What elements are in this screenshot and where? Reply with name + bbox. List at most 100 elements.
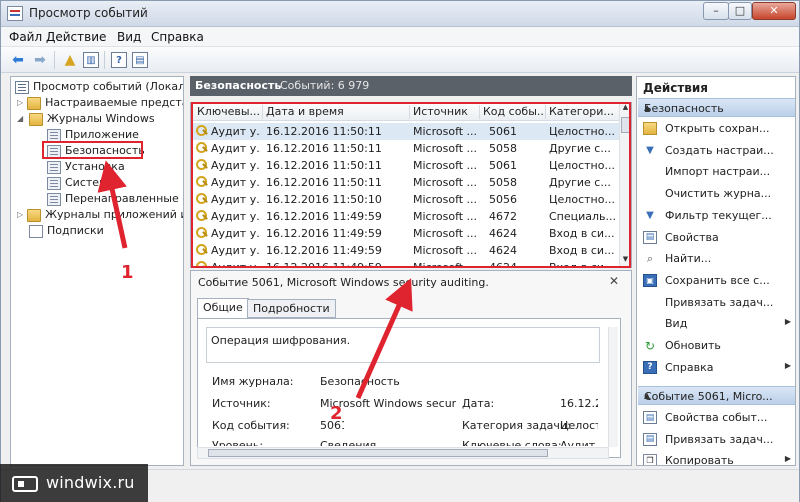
tab-general[interactable]: Общие (197, 298, 249, 319)
close-button[interactable]: ✕ (752, 2, 796, 20)
tree-item-security[interactable]: Безопасность (47, 143, 183, 159)
scrollbar-thumb[interactable] (621, 117, 630, 133)
tree-item-forwarded-events[interactable]: Перенаправленные события (47, 191, 183, 207)
menu-file[interactable]: Файл (9, 30, 42, 44)
action-item[interactable]: Привязать задач... (641, 293, 793, 313)
audit-key-icon (196, 159, 208, 171)
open-folder-icon (643, 122, 657, 135)
column-event-code[interactable]: Код собы... (483, 105, 543, 118)
menu-help[interactable]: Справка (151, 30, 204, 44)
column-datetime[interactable]: Дата и время (266, 105, 406, 118)
table-row[interactable]: Аудит у... 16.12.2016 11:50:11 Microsoft .… (191, 174, 621, 191)
action-item[interactable]: ▼ Создать настраи... (641, 141, 793, 161)
show-hide-console-tree-icon[interactable]: ▥ (83, 52, 99, 68)
action-label: Справка (665, 360, 714, 374)
scrollbar-thumb[interactable] (208, 449, 548, 457)
action-item[interactable]: Открыть сохран... (641, 119, 793, 139)
log-name: Безопасность (195, 79, 282, 92)
log-icon (47, 192, 61, 206)
up-folder-icon[interactable]: ▲ (61, 51, 79, 69)
tree-item-custom-views[interactable]: ▷ Настраиваемые представления (17, 95, 183, 111)
tab-general-body: Операция шифрования. Имя журнала: Безопа… (197, 318, 621, 458)
collapse-section-icon[interactable]: ▲ (644, 103, 789, 112)
table-row[interactable]: Аудит у... 16.12.2016 11:49:59 Microsoft .… (191, 242, 621, 259)
cell-keyword: Аудит у... (211, 142, 261, 155)
table-row[interactable]: Аудит у... 16.12.2016 11:49:59 Microsoft .… (191, 225, 621, 242)
table-row[interactable]: Аудит у... 16.12.2016 11:49:59 Microsoft .… (191, 208, 621, 225)
close-detail-icon[interactable]: ✕ (609, 274, 619, 288)
folder-icon (29, 112, 43, 126)
help-icon: ? (643, 360, 657, 374)
actions-section-event[interactable]: Событие 5061, Micro... ▲ (638, 386, 795, 405)
action-item[interactable]: Очистить журна... (641, 184, 793, 204)
cell-keyword: Аудит у... (211, 159, 261, 172)
table-row[interactable]: Аудит у... 16.12.2016 11:50:11 Microsoft .… (191, 140, 621, 157)
action-label: Вид (665, 317, 688, 331)
back-arrow-icon[interactable]: ⬅ (9, 51, 27, 69)
action-item[interactable]: ↻ Обновить (641, 336, 793, 356)
action-label: Сохранить все с... (665, 273, 770, 287)
action-item[interactable]: ▤ Привязать задач... (641, 430, 793, 450)
column-divider[interactable] (262, 105, 263, 119)
cell-keyword: Аудит у... (211, 193, 261, 206)
action-item[interactable]: Вид ▶ (641, 314, 793, 334)
tree-item-subscriptions[interactable]: Подписки (29, 223, 183, 239)
menu-action[interactable]: Действие (46, 30, 106, 44)
cell-code: 4624 (489, 227, 517, 240)
maximize-button[interactable]: □ (728, 2, 752, 20)
table-row[interactable]: Аудит у... 16.12.2016 11:49:59 Microsoft .… (191, 259, 621, 267)
scroll-up-icon[interactable]: ▲ (620, 103, 631, 115)
audit-key-icon (196, 142, 208, 154)
level-label: Уровень: (212, 439, 264, 446)
expand-icon[interactable]: ▷ (17, 207, 23, 223)
toolbar: ⬅ ➡ ▲ ▥ ? ▤ (1, 47, 799, 73)
forward-arrow-icon[interactable]: ➡ (31, 51, 49, 69)
grid-scrollbar[interactable]: ▲ ▼ (619, 103, 631, 267)
title-bar[interactable]: Просмотр событий – □ ✕ (1, 1, 799, 27)
cell-datetime: 16.12.2016 11:50:11 (266, 125, 382, 138)
properties-icon: ▤ (643, 411, 657, 424)
audit-key-icon (196, 227, 208, 239)
table-row[interactable]: Аудит у... 16.12.2016 11:50:11 Microsoft .… (191, 157, 621, 174)
tree-root[interactable]: Просмотр событий (Локальный) (15, 79, 183, 95)
column-divider[interactable] (479, 105, 480, 119)
tree-item-system[interactable]: Система (47, 175, 183, 191)
action-item[interactable]: ▤ Свойства событ... (641, 408, 793, 428)
scroll-down-icon[interactable]: ▼ (620, 255, 631, 267)
log-header: Безопасность Событий: 6 979 (190, 76, 632, 96)
tree-item-application[interactable]: Приложение (47, 127, 183, 143)
action-item[interactable]: Импорт настраи... (641, 162, 793, 182)
tab-details[interactable]: Подробности (247, 299, 336, 318)
column-category[interactable]: Категори... (549, 105, 619, 118)
tree-item-app-service-logs[interactable]: ▷ Журналы приложений и служб (17, 207, 183, 223)
column-divider[interactable] (545, 105, 546, 119)
action-item[interactable]: ▼ Фильтр текущег... (641, 206, 793, 226)
expand-icon[interactable]: ▷ (17, 95, 23, 111)
table-row[interactable]: Аудит у... 16.12.2016 11:50:11 Microsoft .… (191, 123, 621, 140)
action-item[interactable]: ⌕ Найти... (641, 249, 793, 269)
show-hide-action-pane-icon[interactable]: ▤ (132, 52, 148, 68)
help-icon[interactable]: ? (111, 52, 127, 68)
action-item[interactable]: ? Справка ▶ (641, 358, 793, 378)
events-grid: Ключевы... Дата и время Источник Код соб… (190, 102, 632, 268)
action-item[interactable]: ▤ Свойства (641, 228, 793, 248)
collapse-icon[interactable]: ◢ (17, 111, 25, 127)
column-keywords[interactable]: Ключевы... (197, 105, 259, 118)
save-icon: ▣ (643, 273, 657, 287)
column-divider[interactable] (409, 105, 410, 119)
collapse-section-icon[interactable]: ▲ (644, 391, 789, 400)
actions-section-security[interactable]: Безопасность ▲ (638, 98, 795, 117)
detail-horizontal-scrollbar[interactable] (197, 447, 609, 459)
detail-scrollbar[interactable] (608, 327, 618, 447)
column-source[interactable]: Источник (413, 105, 477, 118)
log-icon (47, 128, 61, 142)
menu-view[interactable]: Вид (117, 30, 141, 44)
tree-item-setup[interactable]: Установка (47, 159, 183, 175)
tree-item-windows-logs[interactable]: ◢ Журналы Windows (17, 111, 183, 127)
action-item[interactable]: ❐ Копировать ▶ (641, 451, 793, 465)
minimize-button[interactable]: – (703, 2, 729, 20)
event-description-box[interactable]: Операция шифрования. (206, 327, 600, 363)
console-tree-pane: Просмотр событий (Локальный) ▷ Настраива… (10, 76, 184, 466)
table-row[interactable]: Аудит у... 16.12.2016 11:50:10 Microsoft .… (191, 191, 621, 208)
action-item[interactable]: ▣ Сохранить все с... (641, 271, 793, 291)
